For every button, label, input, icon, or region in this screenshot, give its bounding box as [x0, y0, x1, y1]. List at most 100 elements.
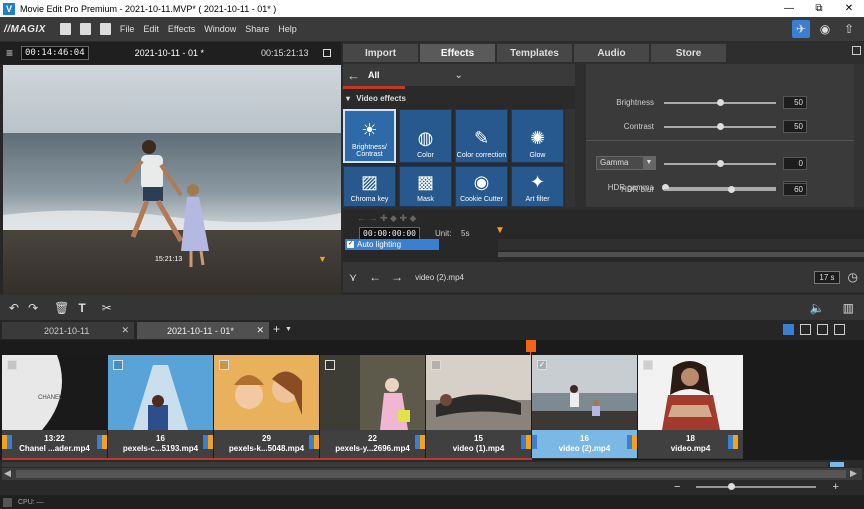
clock-icon[interactable]: ◷: [848, 270, 858, 284]
maximize-panel-icon[interactable]: [852, 46, 861, 55]
effect-tile-brightness[interactable]: ☀ Brightness/ Contrast: [343, 109, 396, 163]
section-header[interactable]: ▾ Video effects: [346, 94, 406, 103]
zoom-value[interactable]: 17 s: [814, 270, 840, 284]
fade-out-handle[interactable]: [102, 435, 107, 449]
fade-out-handle[interactable]: [420, 435, 425, 449]
clip-3[interactable]: 22 pexels-y...2696.mp4: [320, 355, 425, 459]
restore-button[interactable]: ⧉: [804, 3, 834, 14]
keyframe-lane[interactable]: [498, 239, 864, 250]
record-disc-icon[interactable]: ◉: [816, 20, 834, 38]
save-icon[interactable]: [99, 23, 111, 35]
fade-in-handle-blue[interactable]: [7, 435, 12, 449]
tab-audio[interactable]: Audio: [574, 44, 649, 62]
effect-tile-glow[interactable]: ✺ Glow: [511, 109, 564, 163]
brightness-knob[interactable]: [717, 99, 724, 106]
fade-out-handle[interactable]: [733, 435, 738, 449]
clip-4[interactable]: 15 video (1).mp4: [426, 355, 531, 459]
effect-tile-chroma-key[interactable]: ▨ Chroma key: [343, 166, 396, 207]
minimize-button[interactable]: —: [774, 3, 804, 14]
zoom-out-icon[interactable]: −: [674, 481, 680, 493]
auto-lighting-checkbox[interactable]: ✓: [347, 241, 354, 248]
clip-checkbox[interactable]: [431, 360, 441, 370]
effect-tile-mask[interactable]: ▩ Mask: [399, 166, 452, 207]
delete-icon[interactable]: 🗑: [54, 301, 69, 315]
clip-checkbox[interactable]: [113, 360, 123, 370]
keyframe-scrollbar[interactable]: [498, 252, 864, 257]
new-file-icon[interactable]: [59, 23, 71, 35]
effect-tile-color-correction[interactable]: ✎ Color correction: [455, 109, 508, 163]
timeline-scrollbar[interactable]: ◀ ▶: [2, 468, 862, 480]
open-folder-icon[interactable]: [79, 23, 91, 35]
hamburger-menu-icon[interactable]: ≡: [6, 46, 13, 60]
grid-view-icon[interactable]: [800, 324, 811, 335]
clip-6[interactable]: 18 video.mp4: [638, 355, 743, 459]
unit-value[interactable]: 5s: [461, 229, 469, 238]
playhead-marker-icon[interactable]: ▼: [318, 254, 327, 264]
effect-tile-color[interactable]: ◍ Color: [399, 109, 452, 163]
clip-5[interactable]: ✓ 16 video (2).mp4: [532, 355, 637, 459]
menu-help[interactable]: Help: [278, 24, 297, 34]
undo-icon[interactable]: ↶: [9, 301, 19, 315]
scroll-right-icon[interactable]: ▶: [850, 468, 857, 479]
fade-out-handle[interactable]: [526, 435, 531, 449]
hdr-blur-slider[interactable]: [664, 189, 776, 191]
tab-templates[interactable]: Templates: [497, 44, 572, 62]
menu-effects[interactable]: Effects: [168, 24, 195, 34]
maximize-preview-icon[interactable]: [322, 49, 331, 57]
collapse-down-icon[interactable]: ⋎: [349, 271, 357, 284]
timecode-left[interactable]: 00:14:46:04: [21, 46, 89, 60]
project-tab-0[interactable]: 2021-10-11 ✕: [2, 322, 134, 339]
hdr-blur-value[interactable]: 60: [783, 183, 807, 196]
redo-icon[interactable]: ↷: [28, 301, 38, 315]
hdr-blur-knob[interactable]: [728, 186, 735, 193]
zoom-knob[interactable]: [728, 483, 736, 490]
close-button[interactable]: ✕: [834, 3, 864, 14]
gamma-knob[interactable]: [717, 160, 724, 167]
fade-out-handle[interactable]: [632, 435, 637, 449]
text-icon[interactable]: T: [78, 301, 85, 315]
clip-0[interactable]: CHANEL 13:22 Chanel ...ader.mp4: [2, 355, 107, 459]
overview-bar[interactable]: [2, 462, 844, 467]
close-tab-icon[interactable]: ✕: [256, 325, 264, 336]
speaker-icon[interactable]: 🔈: [810, 301, 825, 315]
back-arrow-icon[interactable]: ←: [369, 270, 381, 284]
fade-in-handle-blue[interactable]: [532, 435, 537, 449]
chevron-down-icon[interactable]: ⌄: [455, 70, 463, 81]
effects-scrollbar[interactable]: [565, 109, 575, 207]
properties-scrollbar[interactable]: [854, 64, 864, 207]
tab-menu-chevron-icon[interactable]: ▼: [285, 326, 292, 333]
gamma-value[interactable]: 0: [783, 157, 807, 170]
effect-tile-cookie-cutter[interactable]: ◉ Cookie Cutter: [455, 166, 508, 207]
scroll-left-icon[interactable]: ◀: [4, 468, 11, 479]
add-tab-icon[interactable]: +: [273, 322, 280, 336]
clip-checkbox[interactable]: [219, 360, 229, 370]
menu-file[interactable]: File: [120, 24, 135, 34]
tab-import[interactable]: Import: [343, 44, 418, 62]
status-grid-icon[interactable]: [3, 497, 12, 507]
timeline-view-icon[interactable]: [834, 324, 845, 335]
fade-out-handle[interactable]: [314, 435, 319, 449]
mode-bird-icon[interactable]: ✈: [792, 20, 810, 38]
clip-checkbox[interactable]: [325, 360, 335, 370]
zoom-in-icon[interactable]: +: [832, 481, 838, 493]
menu-window[interactable]: Window: [204, 24, 236, 34]
clip-2[interactable]: 29 pexels-k...5048.mp4: [214, 355, 319, 459]
clip-checkbox-checked[interactable]: ✓: [537, 360, 547, 370]
contrast-knob[interactable]: [717, 123, 724, 130]
zoom-slider[interactable]: [696, 483, 817, 490]
close-tab-icon[interactable]: ✕: [121, 325, 129, 336]
cut-scissors-icon[interactable]: ✂: [102, 301, 112, 315]
storyboard-view-icon[interactable]: [783, 324, 794, 335]
back-arrow-icon[interactable]: ←: [347, 68, 360, 83]
list-view-icon[interactable]: [817, 324, 828, 335]
scroll-thumb[interactable]: [16, 470, 846, 478]
effect-tile-art-filter[interactable]: ✦ Art filter: [511, 166, 564, 207]
auto-lighting-row[interactable]: ✓ Auto lighting: [345, 239, 439, 250]
project-tab-1[interactable]: 2021-10-11 - 01* ✕: [137, 322, 269, 339]
contrast-value[interactable]: 50: [783, 120, 807, 133]
playhead-handle[interactable]: [526, 340, 536, 352]
tab-effects[interactable]: Effects: [420, 44, 495, 62]
export-upload-icon[interactable]: ⇧: [840, 20, 858, 38]
menu-edit[interactable]: Edit: [143, 24, 159, 34]
clip-checkbox[interactable]: [7, 360, 17, 370]
